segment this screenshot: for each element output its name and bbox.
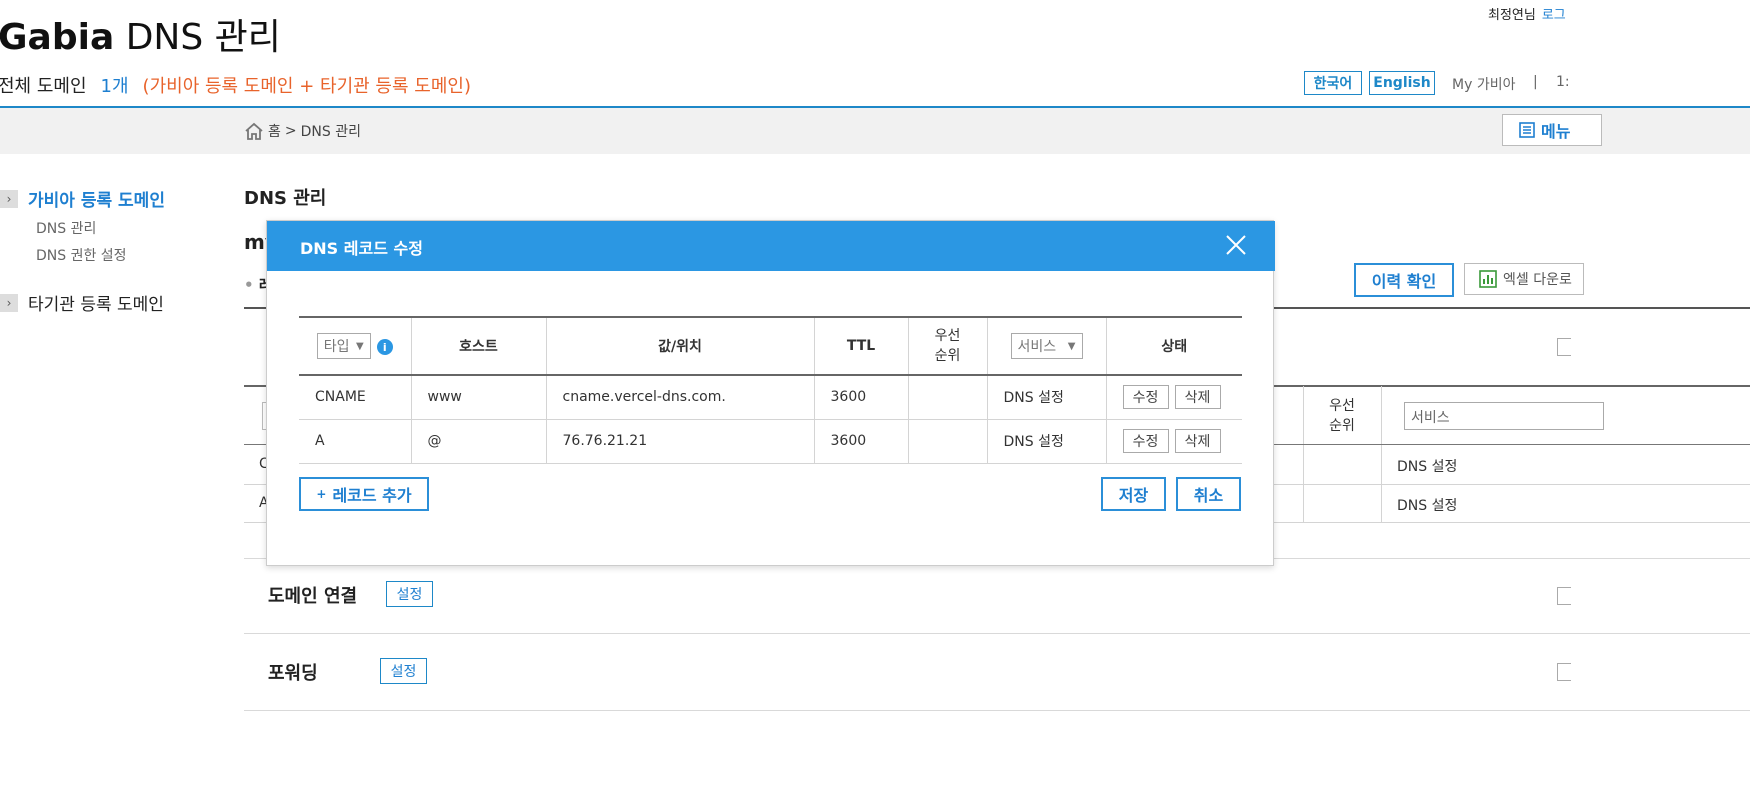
- delete-record-button[interactable]: 삭제: [1174, 429, 1221, 453]
- type-filter-select[interactable]: 타입 ▼: [316, 333, 371, 359]
- history-button[interactable]: 이력 확인: [1354, 263, 1454, 297]
- edit-record-button[interactable]: 수정: [1122, 385, 1169, 410]
- collapse-toggle-icon[interactable]: [1557, 663, 1571, 681]
- summary-note: (가비아 등록 도메인 + 타기관 등록 도메인): [142, 76, 471, 97]
- domain-summary: 전체 도메인 1개 (가비아 등록 도메인 + 타기관 등록 도메인): [0, 72, 471, 98]
- breadcrumb-current: DNS 관리: [300, 124, 361, 140]
- bg-service-select[interactable]: 서비스: [1404, 402, 1604, 430]
- divider: [244, 633, 1750, 634]
- brand-name: Gabia: [0, 17, 115, 58]
- record-service: DNS 설정: [986, 419, 1106, 464]
- sidebar-cat-label: 가비아 등록 도메인: [28, 191, 165, 211]
- breadcrumb-home[interactable]: 홈: [268, 121, 281, 141]
- dns-record-table: 타입 ▼ i 호스트 값/위치 TTL 우선 순위 서비스 ▼ 상태 CNAME ww…: [299, 316, 1242, 464]
- sidebar-item-dns-permission[interactable]: DNS 권한 설정: [36, 245, 127, 265]
- home-icon[interactable]: [244, 122, 264, 140]
- app-title: Gabia DNS 관리: [0, 8, 281, 60]
- record-actions: 수정 삭제: [1105, 419, 1242, 464]
- collapse-toggle-icon[interactable]: [1557, 587, 1571, 605]
- domain-connect-setting-button[interactable]: 설정: [386, 581, 433, 607]
- chevron-down-icon: ▼: [356, 340, 364, 352]
- excel-icon: [1479, 270, 1497, 288]
- record-host: www: [410, 375, 546, 420]
- chevron-right-icon: ›: [0, 189, 18, 208]
- forwarding-setting-button[interactable]: 설정: [380, 658, 427, 684]
- record-host: @: [410, 419, 546, 464]
- column-header-status: 상태: [1105, 316, 1242, 376]
- column-header-service: 서비스 ▼: [986, 316, 1106, 376]
- chevron-down-icon: ▼: [1067, 340, 1076, 352]
- record-type: A: [299, 419, 411, 464]
- lang-korean-button[interactable]: 한국어: [1304, 71, 1362, 95]
- my-gabia-link[interactable]: My 가비아: [1452, 74, 1515, 94]
- modal-title: DNS 레코드 수정: [300, 239, 423, 258]
- save-button[interactable]: 저장: [1101, 477, 1166, 511]
- column-header-ttl: TTL: [813, 316, 908, 376]
- delete-record-button[interactable]: 삭제: [1174, 385, 1221, 410]
- forwarding-title: 포워딩: [268, 663, 318, 684]
- breadcrumb: 홈 > DNS 관리: [244, 121, 361, 141]
- divider: [244, 710, 1750, 711]
- record-priority: [907, 375, 987, 420]
- record-actions: 수정 삭제: [1105, 375, 1242, 420]
- breadcrumb-arrow: >: [284, 123, 297, 139]
- info-icon[interactable]: i: [376, 339, 393, 355]
- bg-priority-header: 우선 순위: [1329, 398, 1355, 434]
- record-priority: [907, 419, 987, 464]
- menu-button[interactable]: 메뉴: [1502, 114, 1602, 146]
- table-row: A @ 76.76.21.21 3600 DNS 설정 수정 삭제: [299, 419, 1242, 464]
- record-value: 76.76.21.21: [545, 419, 814, 464]
- excel-download-button[interactable]: 엑셀 다운로: [1464, 263, 1584, 295]
- user-area: 최정연님 로그: [1488, 4, 1566, 23]
- dns-record-edit-modal: DNS 레코드 수정 타입 ▼ i 호스트 값/위치 TTL 우선 순위 서비스 ▼ …: [266, 220, 1275, 566]
- logout-link[interactable]: 로그: [1542, 8, 1566, 23]
- collapse-toggle-icon[interactable]: [1557, 338, 1571, 356]
- edit-record-button[interactable]: 수정: [1122, 429, 1169, 453]
- lang-english-button[interactable]: English: [1369, 71, 1435, 95]
- column-header-type: 타입 ▼ i: [299, 316, 411, 376]
- sidebar-cat-label: 타기관 등록 도메인: [28, 295, 164, 315]
- excel-download-label: 엑셀 다운로: [1503, 272, 1572, 288]
- record-ttl: 3600: [813, 375, 908, 420]
- column-header-value: 값/위치: [545, 316, 814, 376]
- summary-count[interactable]: 1개: [101, 76, 129, 97]
- summary-label: 전체 도메인: [0, 76, 87, 97]
- domain-connect-title: 도메인 연결: [268, 586, 358, 607]
- bg-row1-service: DNS 설정: [1397, 459, 1458, 475]
- record-service: DNS 설정: [986, 375, 1106, 420]
- record-ttl: 3600: [813, 419, 908, 464]
- add-record-label: 레코드 추가: [332, 486, 412, 505]
- add-record-button[interactable]: + 레코드 추가: [299, 477, 429, 511]
- column-header-host: 호스트: [410, 316, 546, 376]
- table-header-row: 타입 ▼ i 호스트 값/위치 TTL 우선 순위 서비스 ▼ 상태: [299, 316, 1242, 376]
- page-title: DNS 관리: [244, 188, 327, 209]
- list-icon: [1519, 122, 1535, 138]
- session-time: 1:: [1556, 74, 1570, 90]
- divider: [1381, 386, 1382, 523]
- table-row: CNAME www cname.vercel-dns.com. 3600 DNS…: [299, 375, 1242, 420]
- cancel-button[interactable]: 취소: [1176, 477, 1241, 511]
- brand-suffix: DNS 관리: [125, 17, 281, 58]
- sidebar-item-gabia-domains[interactable]: › 가비아 등록 도메인: [0, 186, 165, 211]
- divider: [1303, 386, 1304, 523]
- plus-icon: +: [316, 487, 327, 501]
- record-type: CNAME: [299, 375, 411, 420]
- record-value: cname.vercel-dns.com.: [545, 375, 814, 420]
- user-name: 최정연님: [1488, 8, 1536, 23]
- header-separator: |: [1533, 74, 1538, 90]
- service-filter-select[interactable]: 서비스 ▼: [1010, 333, 1083, 359]
- column-header-priority: 우선 순위: [907, 316, 987, 376]
- chevron-right-icon: ›: [0, 293, 18, 312]
- sidebar-item-other-domains[interactable]: › 타기관 등록 도메인: [0, 290, 164, 315]
- menu-button-label: 메뉴: [1541, 122, 1571, 141]
- bg-row2-service: DNS 설정: [1397, 498, 1458, 514]
- sidebar-item-dns-management[interactable]: DNS 관리: [36, 218, 96, 238]
- close-icon[interactable]: [1225, 234, 1247, 256]
